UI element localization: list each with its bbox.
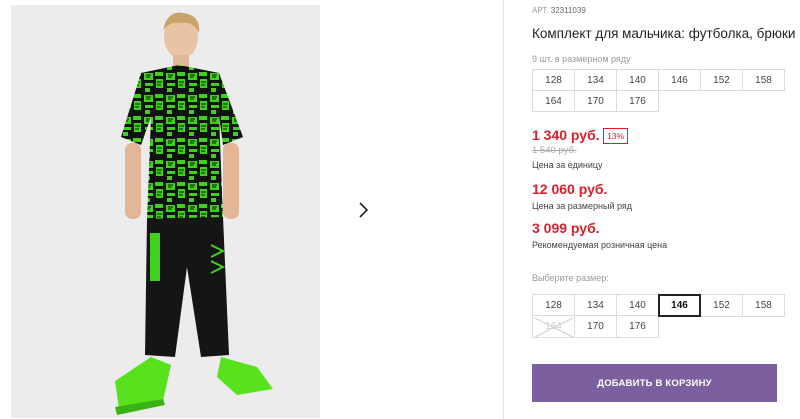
pack-size-cell: 128	[532, 69, 575, 91]
article-label: АРТ.	[532, 6, 549, 15]
chevron-right-icon	[359, 202, 369, 218]
article-number: АРТ. 32311039	[532, 6, 586, 15]
discount-badge: 13%	[603, 128, 629, 144]
pack-size-cell: 176	[616, 90, 659, 112]
pack-price: 12 060 руб.	[532, 181, 608, 197]
size-option-152[interactable]: 152	[700, 294, 743, 317]
unit-price-caption: Цена за единицу	[532, 160, 603, 170]
product-gallery	[0, 0, 504, 419]
retail-price: 3 099 руб.	[532, 220, 600, 236]
pack-price-caption: Цена за размерный ряд	[532, 201, 633, 211]
size-select-label: Выберите размер:	[532, 273, 609, 283]
size-option-170[interactable]: 170	[574, 315, 617, 338]
size-selector: 128 134 140 146 152 158 164 170 176	[532, 294, 785, 338]
product-photo[interactable]	[11, 5, 320, 418]
size-option-164-unavailable: 164	[532, 315, 575, 338]
next-image-button[interactable]	[344, 191, 382, 229]
article-code: 32311039	[550, 6, 586, 15]
old-price: 1 540 руб.	[532, 145, 577, 156]
pack-size-cell: 170	[574, 90, 617, 112]
size-option-158[interactable]: 158	[742, 294, 785, 317]
product-info: АРТ. 32311039 Комплект для мальчика: фут…	[532, 0, 800, 419]
pack-size-grid: 128 134 140 146 152 158 164 170 176	[532, 69, 785, 112]
pack-size-cell: 158	[742, 69, 785, 91]
pack-note: 9 шт. в размерном ряду	[532, 54, 631, 64]
pack-size-cell: 134	[574, 69, 617, 91]
pack-size-cell: 152	[700, 69, 743, 91]
pack-size-cell: 164	[532, 90, 575, 112]
add-to-cart-button[interactable]: ДОБАВИТЬ В КОРЗИНУ	[532, 364, 777, 402]
pack-size-cell: 146	[658, 69, 701, 91]
size-option-134[interactable]: 134	[574, 294, 617, 317]
size-option-140[interactable]: 140	[616, 294, 659, 317]
pack-size-cell: 140	[616, 69, 659, 91]
size-option-176[interactable]: 176	[616, 315, 659, 338]
retail-price-caption: Рекомендуемая розничная цена	[532, 240, 668, 250]
size-option-146[interactable]: 146	[658, 294, 701, 317]
unavailable-strike-icon	[534, 317, 574, 338]
unit-price: 1 340 руб.	[532, 127, 600, 143]
size-option-128[interactable]: 128	[532, 294, 575, 317]
product-title: Комплект для мальчика: футболка, брюки	[532, 26, 796, 41]
